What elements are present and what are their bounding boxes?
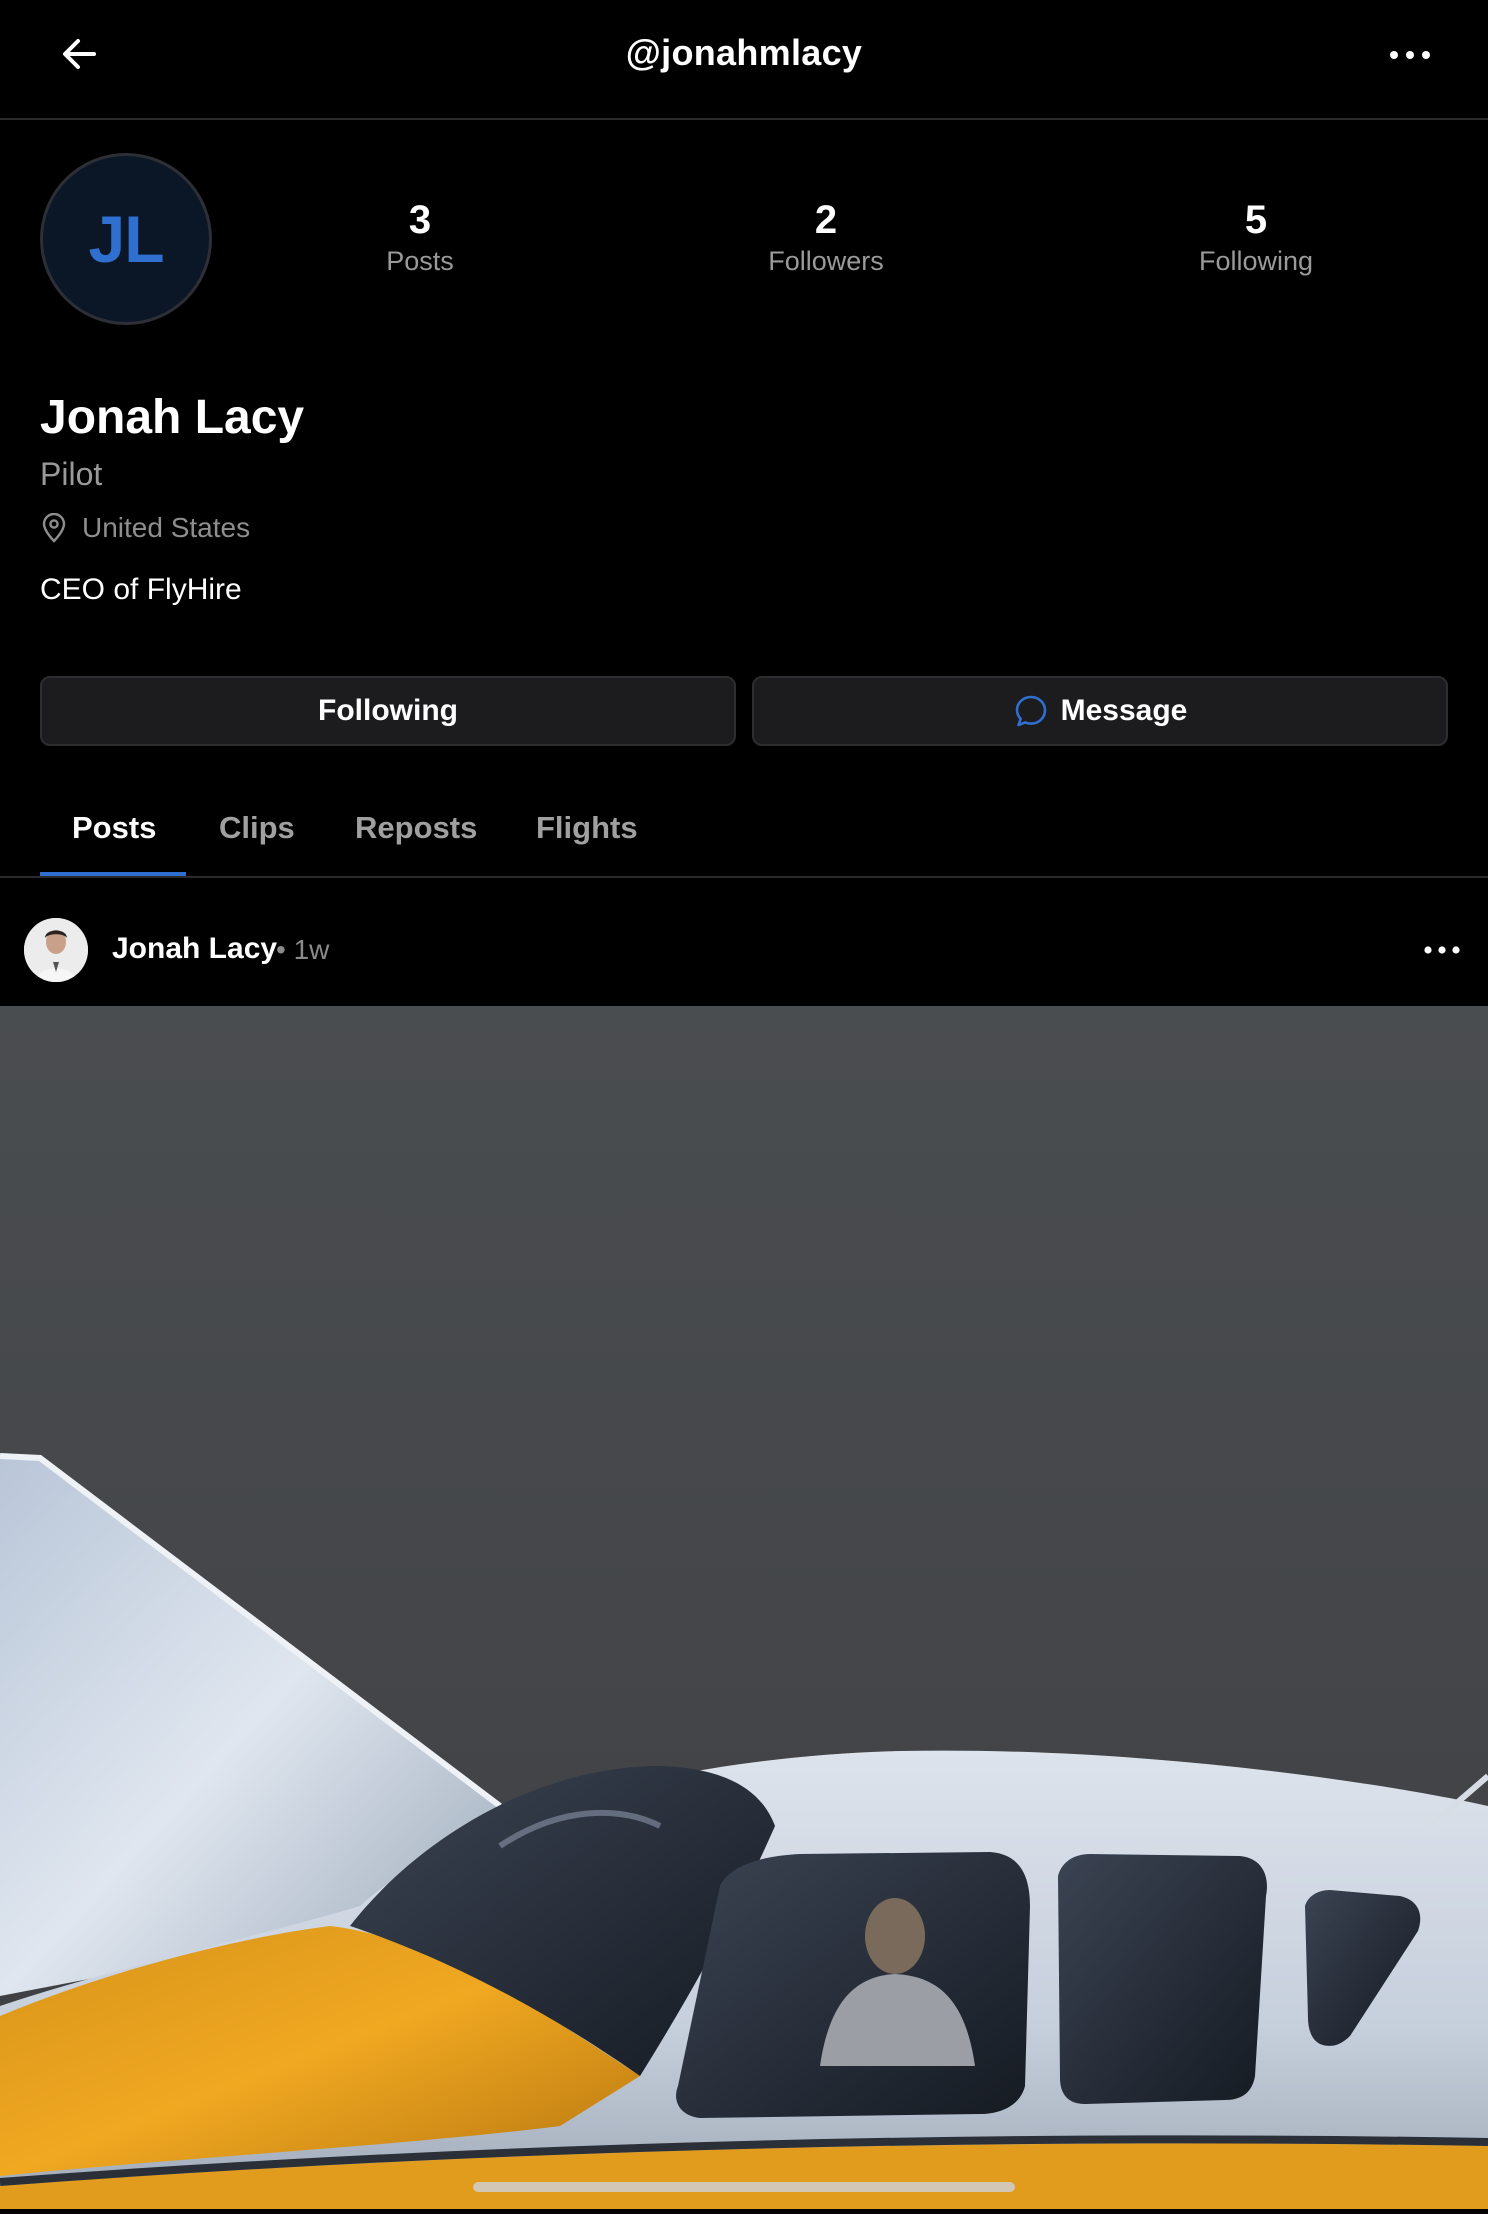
profile-tabs: Posts Clips Reposts Flights	[0, 790, 1488, 878]
more-options-button[interactable]	[1388, 40, 1432, 70]
message-button[interactable]: Message	[752, 676, 1448, 746]
chat-bubble-icon	[1015, 695, 1046, 727]
home-indicator[interactable]	[473, 2182, 1015, 2192]
tab-flights[interactable]: Flights	[536, 810, 638, 846]
following-button-label: Following	[318, 694, 458, 727]
stat-following-label: Following	[1198, 246, 1314, 276]
top-nav-bar: @jonahmlacy	[0, 0, 1488, 120]
stat-followers[interactable]: 2 Followers	[696, 196, 956, 277]
post-timestamp: • 1w	[276, 934, 330, 965]
stat-posts-value: 3	[408, 198, 432, 242]
tab-posts[interactable]: Posts	[72, 810, 156, 846]
stat-followers-label: Followers	[768, 246, 884, 276]
tab-reposts[interactable]: Reposts	[355, 810, 477, 846]
location-pin-icon	[42, 513, 66, 543]
post-author-name[interactable]: Jonah Lacy	[112, 932, 277, 966]
ellipsis-icon	[1424, 946, 1460, 954]
author-photo	[24, 918, 88, 982]
post-more-button[interactable]	[1422, 942, 1462, 958]
profile-avatar[interactable]: JL	[40, 153, 212, 325]
airplane-photo	[0, 1006, 1488, 2209]
stat-posts[interactable]: 3 Posts	[290, 196, 550, 277]
stat-followers-value: 2	[814, 198, 838, 242]
profile-location: United States	[40, 512, 250, 544]
tab-clips[interactable]: Clips	[219, 810, 295, 846]
profile-bio: CEO of FlyHire	[40, 573, 242, 606]
profile-name: Jonah Lacy	[40, 391, 305, 444]
avatar-initials: JL	[88, 202, 164, 276]
post-image[interactable]	[0, 1006, 1488, 2209]
ellipsis-icon	[1390, 51, 1430, 59]
profile-role: Pilot	[40, 456, 103, 492]
stat-following-value: 5	[1244, 198, 1268, 242]
location-text: United States	[82, 512, 251, 543]
message-button-label: Message	[1060, 694, 1188, 727]
post-author-avatar[interactable]	[24, 918, 88, 982]
stat-posts-label: Posts	[386, 246, 454, 276]
active-tab-indicator	[40, 872, 186, 876]
following-button[interactable]: Following	[40, 676, 736, 746]
profile-handle: @jonahmlacy	[625, 32, 863, 73]
stat-following[interactable]: 5 Following	[1126, 196, 1386, 277]
